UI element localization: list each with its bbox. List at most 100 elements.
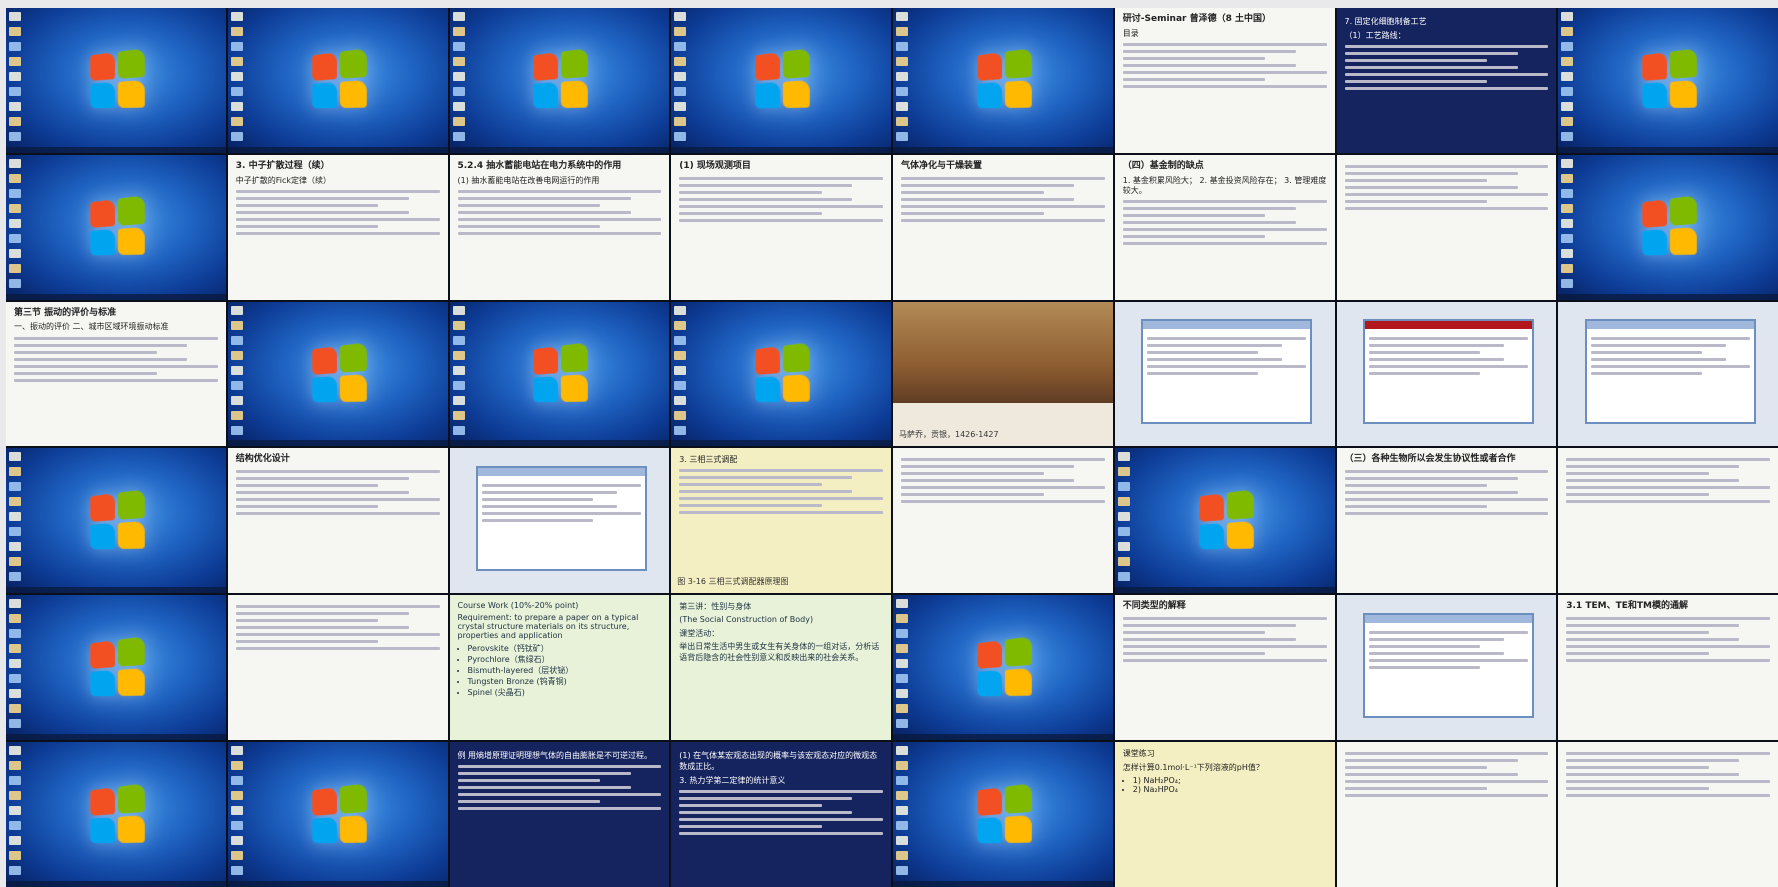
word-window-r5c7[interactable]: 实践: [1337, 595, 1557, 740]
taskbar[interactable]: [450, 440, 670, 446]
desktop-shortcut-icon[interactable]: [1118, 572, 1130, 581]
desktop-shortcut-icon[interactable]: [896, 72, 908, 81]
desktop-shortcut-icon[interactable]: [453, 27, 465, 36]
taskbar[interactable]: [1558, 294, 1778, 300]
desktop-shortcut-icon[interactable]: [674, 72, 686, 81]
desktop-r1c1[interactable]: [6, 8, 226, 153]
taskbar[interactable]: [671, 440, 891, 446]
desktop-r1c5[interactable]: [893, 8, 1113, 153]
desktop-shortcut-icon[interactable]: [231, 426, 243, 435]
desktop-shortcut-icon[interactable]: [1561, 219, 1573, 228]
desktop-shortcut-icon[interactable]: [674, 351, 686, 360]
desktop-shortcut-icon[interactable]: [674, 42, 686, 51]
desktop-r2c1[interactable]: [6, 155, 226, 300]
desktop-r1c8[interactable]: [1558, 8, 1778, 153]
desktop-shortcut-icon[interactable]: [1561, 102, 1573, 111]
desktop-shortcut-icon[interactable]: [231, 411, 243, 420]
desktop-shortcut-icon[interactable]: [9, 219, 21, 228]
desktop-shortcut-icon[interactable]: [896, 776, 908, 785]
desktop-shortcut-icon[interactable]: [9, 791, 21, 800]
desktop-shortcut-icon[interactable]: [1561, 27, 1573, 36]
desktop-r5c5[interactable]: [893, 595, 1113, 740]
desktop-shortcut-icon[interactable]: [231, 72, 243, 81]
desktop-shortcut-icon[interactable]: [9, 614, 21, 623]
desktop-shortcut-icon[interactable]: [1561, 132, 1573, 141]
desktop-shortcut-icon[interactable]: [9, 159, 21, 168]
desktop-r6c1[interactable]: [6, 742, 226, 887]
desktop-shortcut-icon[interactable]: [231, 806, 243, 815]
desktop-r4c6[interactable]: [1115, 448, 1335, 593]
taskbar[interactable]: [228, 147, 448, 153]
desktop-shortcut-icon[interactable]: [896, 704, 908, 713]
desktop-shortcut-icon[interactable]: [231, 866, 243, 875]
desktop-r6c5[interactable]: [893, 742, 1113, 887]
desktop-shortcut-icon[interactable]: [453, 72, 465, 81]
desktop-shortcut-icon[interactable]: [231, 821, 243, 830]
desktop-shortcut-icon[interactable]: [1561, 87, 1573, 96]
desktop-r2c8[interactable]: [1558, 155, 1778, 300]
desktop-shortcut-icon[interactable]: [453, 351, 465, 360]
desktop-shortcut-icon[interactable]: [9, 674, 21, 683]
desktop-shortcut-icon[interactable]: [231, 27, 243, 36]
desktop-shortcut-icon[interactable]: [231, 306, 243, 315]
desktop-r5c1[interactable]: [6, 595, 226, 740]
window-titlebar[interactable]: [1587, 321, 1754, 329]
desktop-shortcut-icon[interactable]: [896, 87, 908, 96]
window-titlebar[interactable]: [1143, 321, 1310, 329]
desktop-shortcut-icon[interactable]: [453, 381, 465, 390]
desktop-shortcut-icon[interactable]: [1118, 512, 1130, 521]
taskbar[interactable]: [1558, 147, 1778, 153]
desktop-shortcut-icon[interactable]: [674, 87, 686, 96]
desktop-shortcut-icon[interactable]: [453, 102, 465, 111]
desktop-shortcut-icon[interactable]: [231, 132, 243, 141]
desktop-shortcut-icon[interactable]: [453, 87, 465, 96]
desktop-shortcut-icon[interactable]: [1118, 527, 1130, 536]
desktop-shortcut-icon[interactable]: [9, 836, 21, 845]
desktop-shortcut-icon[interactable]: [674, 321, 686, 330]
desktop-shortcut-icon[interactable]: [453, 57, 465, 66]
taskbar[interactable]: [6, 587, 226, 593]
desktop-shortcut-icon[interactable]: [9, 279, 21, 288]
desktop-r3c2[interactable]: [228, 302, 448, 447]
desktop-shortcut-icon[interactable]: [9, 264, 21, 273]
desktop-shortcut-icon[interactable]: [1561, 189, 1573, 198]
desktop-shortcut-icon[interactable]: [896, 614, 908, 623]
desktop-shortcut-icon[interactable]: [9, 12, 21, 21]
desktop-shortcut-icon[interactable]: [674, 117, 686, 126]
desktop-shortcut-icon[interactable]: [674, 381, 686, 390]
desktop-shortcut-icon[interactable]: [9, 452, 21, 461]
desktop-shortcut-icon[interactable]: [896, 57, 908, 66]
desktop-shortcut-icon[interactable]: [9, 866, 21, 875]
desktop-shortcut-icon[interactable]: [674, 57, 686, 66]
desktop-shortcut-icon[interactable]: [9, 806, 21, 815]
desktop-shortcut-icon[interactable]: [896, 851, 908, 860]
desktop-shortcut-icon[interactable]: [1561, 57, 1573, 66]
desktop-shortcut-icon[interactable]: [896, 599, 908, 608]
desktop-shortcut-icon[interactable]: [231, 851, 243, 860]
desktop-shortcut-icon[interactable]: [1118, 497, 1130, 506]
desktop-shortcut-icon[interactable]: [674, 336, 686, 345]
desktop-shortcut-icon[interactable]: [453, 12, 465, 21]
app-window[interactable]: [1585, 319, 1756, 424]
desktop-shortcut-icon[interactable]: [896, 42, 908, 51]
desktop-shortcut-icon[interactable]: [896, 102, 908, 111]
desktop-shortcut-icon[interactable]: [453, 396, 465, 405]
explorer-window-r4c3[interactable]: [450, 448, 670, 593]
desktop-shortcut-icon[interactable]: [896, 644, 908, 653]
app-window[interactable]: [476, 466, 647, 571]
desktop-shortcut-icon[interactable]: [9, 249, 21, 258]
explorer-window-r3c6[interactable]: [1115, 302, 1335, 447]
desktop-shortcut-icon[interactable]: [9, 27, 21, 36]
desktop-shortcut-icon[interactable]: [231, 12, 243, 21]
desktop-shortcut-icon[interactable]: [231, 117, 243, 126]
desktop-shortcut-icon[interactable]: [231, 336, 243, 345]
desktop-r3c3[interactable]: [450, 302, 670, 447]
desktop-shortcut-icon[interactable]: [9, 57, 21, 66]
window-titlebar[interactable]: 实践: [1365, 615, 1532, 623]
desktop-shortcut-icon[interactable]: [9, 746, 21, 755]
desktop-shortcut-icon[interactable]: [9, 557, 21, 566]
desktop-shortcut-icon[interactable]: [231, 791, 243, 800]
desktop-shortcut-icon[interactable]: [1561, 42, 1573, 51]
desktop-shortcut-icon[interactable]: [453, 366, 465, 375]
desktop-shortcut-icon[interactable]: [1561, 72, 1573, 81]
